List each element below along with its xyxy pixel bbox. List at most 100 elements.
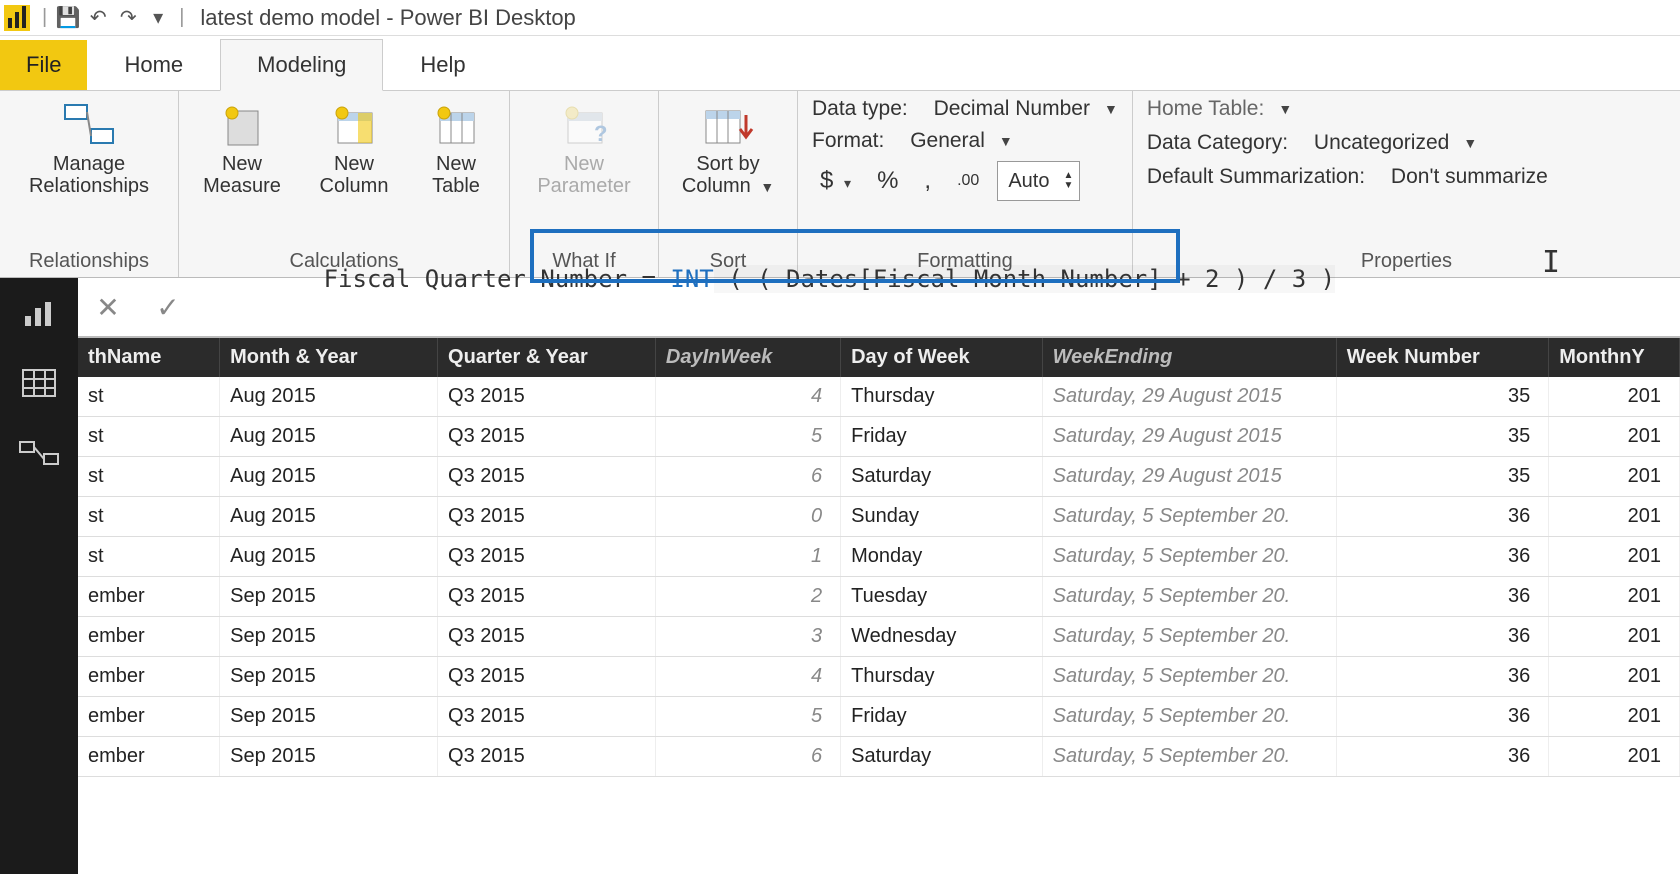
cell[interactable]: Saturday [841, 457, 1043, 497]
new-table-button[interactable]: New Table [417, 97, 495, 197]
cell[interactable]: Q3 2015 [438, 617, 656, 657]
cell[interactable]: 35 [1336, 417, 1548, 457]
cell[interactable]: 201 [1549, 577, 1680, 617]
cell[interactable]: 5 [655, 697, 840, 737]
table-row[interactable]: emberSep 2015Q3 20152TuesdaySaturday, 5 … [78, 577, 1680, 617]
table-row[interactable]: stAug 2015Q3 20150SundaySaturday, 5 Sept… [78, 497, 1680, 537]
cell[interactable]: 4 [655, 377, 840, 417]
cell[interactable]: Aug 2015 [220, 377, 438, 417]
sort-by-column-button[interactable]: Sort by Column ▼ [673, 97, 783, 198]
cell[interactable]: Saturday, 29 August 2015 [1042, 377, 1336, 417]
cell[interactable]: Friday [841, 417, 1043, 457]
thousands-button[interactable]: , [916, 165, 939, 197]
tab-help[interactable]: Help [383, 39, 502, 90]
cell[interactable]: 36 [1336, 697, 1548, 737]
cell[interactable]: Wednesday [841, 617, 1043, 657]
decimal-icon[interactable]: .00 [949, 170, 987, 192]
cell[interactable]: 36 [1336, 537, 1548, 577]
cell[interactable]: 6 [655, 457, 840, 497]
currency-button[interactable]: $ ▾ [812, 165, 859, 197]
cell[interactable]: ember [78, 657, 220, 697]
cell[interactable]: 5 [655, 417, 840, 457]
cell[interactable]: Saturday, 5 September 20. [1042, 497, 1336, 537]
cell[interactable]: 36 [1336, 497, 1548, 537]
tab-modeling[interactable]: Modeling [220, 39, 383, 91]
cell[interactable]: 201 [1549, 457, 1680, 497]
table-row[interactable]: emberSep 2015Q3 20156SaturdaySaturday, 5… [78, 737, 1680, 777]
cell[interactable]: Aug 2015 [220, 537, 438, 577]
formula-input[interactable]: Fiscal Quarter Number = INT ( ( Dates[Fi… [198, 237, 1680, 377]
cell[interactable]: Tuesday [841, 577, 1043, 617]
cell[interactable]: Monday [841, 537, 1043, 577]
cell[interactable]: 201 [1549, 497, 1680, 537]
cell[interactable]: Sep 2015 [220, 697, 438, 737]
cell[interactable]: Aug 2015 [220, 457, 438, 497]
cell[interactable]: 201 [1549, 417, 1680, 457]
cell[interactable]: Q3 2015 [438, 737, 656, 777]
cell[interactable]: st [78, 497, 220, 537]
formula-commit-button[interactable]: ✓ [138, 291, 198, 324]
format-dropdown[interactable]: Format: General ▼ [812, 129, 1118, 153]
cell[interactable]: 201 [1549, 657, 1680, 697]
cell[interactable]: ember [78, 577, 220, 617]
cell[interactable]: 6 [655, 737, 840, 777]
cell[interactable]: Q3 2015 [438, 377, 656, 417]
cell[interactable]: 36 [1336, 737, 1548, 777]
formula-cancel-button[interactable]: ✕ [78, 291, 138, 324]
qat-more-button[interactable]: ▾ [143, 5, 173, 30]
cell[interactable]: 35 [1336, 377, 1548, 417]
cell[interactable]: Aug 2015 [220, 417, 438, 457]
cell[interactable]: st [78, 457, 220, 497]
table-row[interactable]: emberSep 2015Q3 20155FridaySaturday, 5 S… [78, 697, 1680, 737]
cell[interactable]: ember [78, 697, 220, 737]
cell[interactable]: 0 [655, 497, 840, 537]
cell[interactable]: 36 [1336, 577, 1548, 617]
cell[interactable]: 201 [1549, 697, 1680, 737]
cell[interactable]: 1 [655, 537, 840, 577]
home-table-dropdown[interactable]: Home Table: ▼ [1147, 97, 1548, 121]
cell[interactable]: Saturday [841, 737, 1043, 777]
cell[interactable]: Q3 2015 [438, 537, 656, 577]
cell[interactable]: Sep 2015 [220, 657, 438, 697]
cell[interactable]: 4 [655, 657, 840, 697]
cell[interactable]: Q3 2015 [438, 457, 656, 497]
cell[interactable]: 36 [1336, 657, 1548, 697]
cell[interactable]: Sep 2015 [220, 577, 438, 617]
cell[interactable]: st [78, 377, 220, 417]
cell[interactable]: 201 [1549, 617, 1680, 657]
save-button[interactable]: 💾 [53, 5, 83, 30]
percent-button[interactable]: % [869, 165, 906, 197]
decimals-spinner[interactable]: Auto ▲▼ [997, 161, 1080, 201]
tab-file[interactable]: File [0, 40, 87, 90]
data-view-button[interactable] [21, 368, 57, 404]
table-row[interactable]: emberSep 2015Q3 20154ThursdaySaturday, 5… [78, 657, 1680, 697]
cell[interactable]: Q3 2015 [438, 577, 656, 617]
cell[interactable]: Saturday, 29 August 2015 [1042, 457, 1336, 497]
cell[interactable]: Q3 2015 [438, 657, 656, 697]
cell[interactable]: Sep 2015 [220, 737, 438, 777]
cell[interactable]: 35 [1336, 457, 1548, 497]
cell[interactable]: Saturday, 29 August 2015 [1042, 417, 1336, 457]
spinner-down-icon[interactable]: ▼ [1063, 181, 1073, 191]
cell[interactable]: 2 [655, 577, 840, 617]
cell[interactable]: Thursday [841, 657, 1043, 697]
table-row[interactable]: stAug 2015Q3 20155FridaySaturday, 29 Aug… [78, 417, 1680, 457]
cell[interactable]: st [78, 537, 220, 577]
cell[interactable]: Saturday, 5 September 20. [1042, 617, 1336, 657]
cell[interactable]: 201 [1549, 737, 1680, 777]
cell[interactable]: Thursday [841, 377, 1043, 417]
new-measure-button[interactable]: New Measure [193, 97, 291, 197]
cell[interactable]: Q3 2015 [438, 697, 656, 737]
table-row[interactable]: stAug 2015Q3 20156SaturdaySaturday, 29 A… [78, 457, 1680, 497]
cell[interactable]: Saturday, 5 September 20. [1042, 657, 1336, 697]
data-category-dropdown[interactable]: Data Category: Uncategorized ▼ [1147, 131, 1548, 155]
new-column-button[interactable]: New Column [305, 97, 403, 197]
tab-home[interactable]: Home [87, 39, 220, 90]
cell[interactable]: Friday [841, 697, 1043, 737]
cell[interactable]: 36 [1336, 617, 1548, 657]
table-row[interactable]: stAug 2015Q3 20151MondaySaturday, 5 Sept… [78, 537, 1680, 577]
cell[interactable]: Q3 2015 [438, 497, 656, 537]
data-grid[interactable]: thNameMonth & YearQuarter & YearDayInWee… [78, 338, 1680, 874]
cell[interactable]: 201 [1549, 537, 1680, 577]
cell[interactable]: 201 [1549, 377, 1680, 417]
